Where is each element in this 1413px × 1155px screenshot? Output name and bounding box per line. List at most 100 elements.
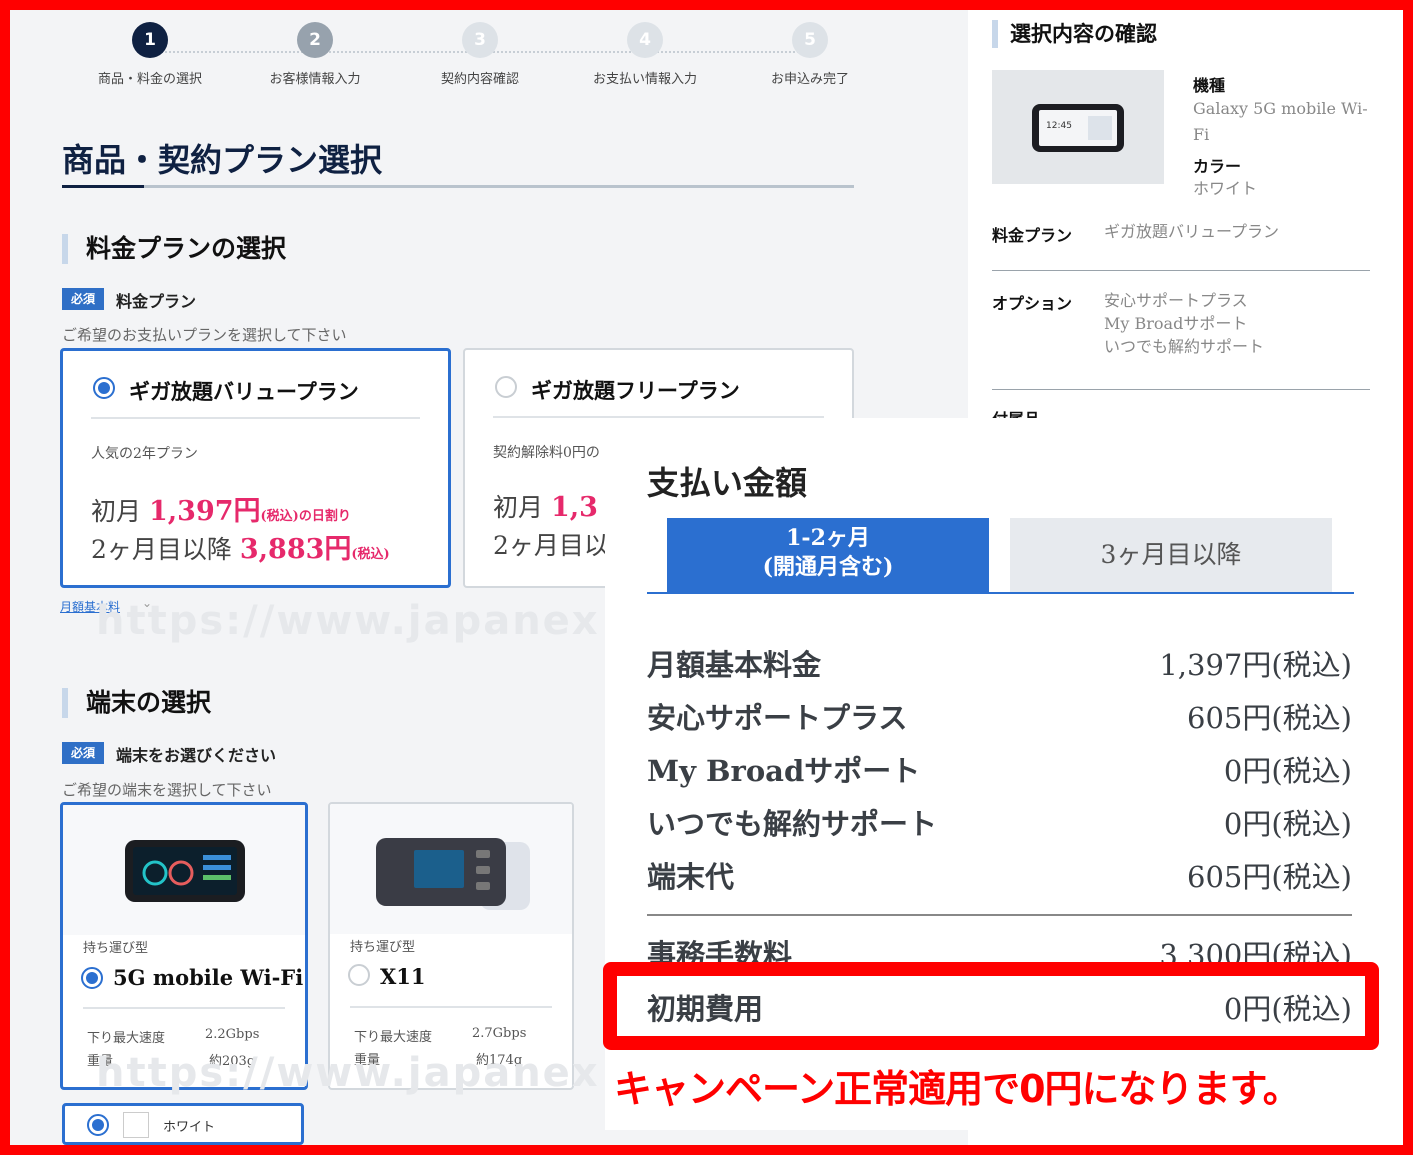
- plan-key: 料金プラン: [992, 226, 1073, 245]
- radio-selected[interactable]: [81, 967, 103, 989]
- step-number: 1: [132, 22, 168, 58]
- device-section-heading: 端末の選択: [62, 688, 211, 718]
- step-number: 4: [627, 22, 663, 58]
- device-image: [330, 804, 572, 934]
- plan-description: 契約解除料0円の: [493, 445, 600, 461]
- step-number: 2: [297, 22, 333, 58]
- option-item: My Broadサポート: [1104, 314, 1248, 333]
- required-badge: 必須: [62, 742, 105, 764]
- spec-speed-label: 下り最大速度: [354, 1030, 433, 1045]
- progress-stepper: 1 商品・料金の選択 2 お客様情報入力 3 契約内容確認 4 お支払い情報入力…: [70, 22, 870, 102]
- device-thumbnail: 12:45: [992, 70, 1164, 184]
- later-month-suffix: (税込): [351, 547, 390, 562]
- plan-card-value[interactable]: ギガ放題バリュープラン 人気の2年プラン 初月 1,397円(税込)の日割り 2…: [60, 348, 451, 588]
- payment-row: 端末代 605円(税込): [647, 854, 1352, 904]
- step-3: 3 契約内容確認: [400, 22, 560, 87]
- thumbnail-clock: 12:45: [1046, 121, 1072, 131]
- payment-value: 605円(税込): [1187, 860, 1352, 894]
- plan-section-heading: 料金プランの選択: [62, 234, 286, 264]
- payment-value: 0円(税込): [1223, 807, 1352, 841]
- radio-unselected[interactable]: [495, 376, 517, 398]
- payment-row: 月額基本料金 1,397円(税込): [647, 642, 1352, 692]
- tab-underline: [647, 592, 1354, 594]
- step-label: お支払い情報入力: [592, 72, 697, 87]
- plan-hint: ご希望のお支払いプランを選択して下さい: [62, 326, 347, 344]
- step-1: 1 商品・料金の選択: [70, 22, 230, 87]
- device-field-label: 端末をお選びください: [116, 746, 277, 765]
- payment-value: 1,397円(税込): [1159, 648, 1352, 682]
- plan-value: ギガ放題バリュープラン: [1104, 222, 1280, 241]
- payment-label: 安心サポートプラス: [647, 701, 908, 735]
- plan-name: ギガ放題フリープラン: [531, 378, 740, 403]
- payment-label: 端末代: [647, 860, 735, 894]
- step-label: お申込み完了: [770, 72, 849, 87]
- router-x11-icon: [376, 838, 530, 910]
- payment-row: いつでも解約サポート 0円(税込): [647, 801, 1352, 851]
- required-badge: 必須: [62, 288, 105, 310]
- tab-later-months[interactable]: 3ヶ月目以降: [1010, 518, 1332, 592]
- first-month-price: 初月 1,3: [493, 488, 598, 524]
- first-month-price: 初月 1,397円(税込)の日割り: [91, 489, 351, 528]
- highlight-box: [603, 962, 1379, 1050]
- later-month-price: 2ヶ月目以: [493, 526, 609, 562]
- model-key: 機種: [1193, 76, 1226, 95]
- color-swatch: [123, 1112, 149, 1138]
- spec-speed: 2.7Gbps: [472, 1026, 527, 1041]
- payment-value: 605円(税込): [1187, 701, 1352, 735]
- payment-title: 支払い金額: [647, 464, 808, 502]
- option-key: オプション: [992, 294, 1073, 313]
- color-name: ホワイト: [163, 1120, 216, 1135]
- step-4: 4 お支払い情報入力: [565, 22, 725, 87]
- step-5: 5 お申込み完了: [730, 22, 890, 87]
- device-type: 持ち運び型: [83, 941, 149, 956]
- device-name: 5G mobile Wi-Fi: [113, 965, 304, 990]
- first-month-suffix: (税込)の日割り: [260, 509, 351, 524]
- panel-divider: [992, 389, 1370, 390]
- color-option-white[interactable]: ホワイト: [62, 1103, 304, 1145]
- payment-row: 安心サポートプラス 605円(税込): [647, 695, 1352, 745]
- option-item: いつでも解約サポート: [1104, 337, 1265, 356]
- spec-speed-label: 下り最大速度: [87, 1031, 166, 1046]
- later-month-label: 2ヶ月目以降: [91, 535, 232, 564]
- first-month-label: 初月: [493, 493, 544, 522]
- option-item: 安心サポートプラス: [1104, 291, 1248, 310]
- plan-description: 人気の2年プラン: [91, 446, 198, 462]
- later-month-amount: 3,883円: [239, 534, 352, 565]
- spec-speed: 2.2Gbps: [205, 1027, 260, 1042]
- option-list: 安心サポートプラス My Broadサポート いつでも解約サポート: [1104, 289, 1264, 358]
- annotation-text: キャンペーン正常適用で0円になります。: [614, 1067, 1301, 1111]
- model-value: Galaxy 5G mobile Wi-Fi: [1193, 99, 1368, 144]
- tab-sublabel: (開通月含む): [762, 554, 894, 580]
- device-type: 持ち運び型: [350, 940, 416, 955]
- payment-value: 0円(税込): [1223, 754, 1352, 788]
- device-divider: [83, 1007, 285, 1009]
- step-number: 5: [792, 22, 828, 58]
- tab-first-months[interactable]: 1-2ヶ月 (開通月含む): [667, 518, 989, 592]
- radio-unselected[interactable]: [348, 964, 370, 986]
- payment-label: いつでも解約サポート: [647, 807, 938, 841]
- title-divider-accent: [62, 185, 144, 188]
- router-5g-icon: [125, 840, 245, 902]
- plan-divider: [91, 417, 420, 419]
- confirm-heading: 選択内容の確認: [992, 20, 1157, 48]
- tab-label: 1-2ヶ月: [786, 525, 870, 551]
- page-title: 商品・契約プラン選択: [62, 141, 383, 179]
- later-month-price: 2ヶ月目以降 3,883円(税込): [91, 527, 390, 566]
- device-card-x11[interactable]: 持ち運び型 X11 下り最大速度 2.7Gbps 重量 約174g: [328, 802, 574, 1090]
- device-hint: ご希望の端末を選択して下さい: [62, 781, 272, 799]
- step-2: 2 お客様情報入力: [235, 22, 395, 87]
- panel-divider: [992, 270, 1370, 271]
- watermark-text: https://www.japanex: [96, 598, 600, 644]
- device-image: [63, 805, 305, 935]
- first-month-amount: 1,397円: [148, 496, 261, 527]
- radio-selected[interactable]: [87, 1114, 109, 1136]
- color-key: カラー: [1193, 157, 1242, 176]
- later-month-label: 2ヶ月目以: [493, 531, 609, 560]
- step-label: 商品・料金の選択: [97, 72, 202, 87]
- radio-selected[interactable]: [93, 377, 115, 399]
- title-divider: [62, 185, 854, 188]
- first-month-amount: 1,3: [550, 492, 598, 523]
- device-card-5g[interactable]: 持ち運び型 5G mobile Wi-Fi 下り最大速度 2.2Gbps 重量 …: [60, 802, 308, 1090]
- first-month-label: 初月: [91, 497, 142, 526]
- step-label: お客様情報入力: [269, 72, 361, 87]
